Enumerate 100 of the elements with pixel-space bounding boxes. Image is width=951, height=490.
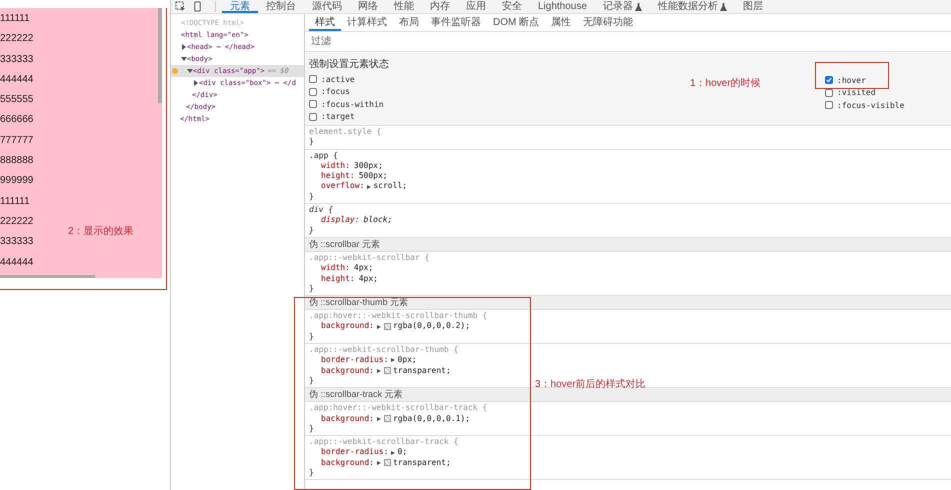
section-title: 强制设置元素状态	[309, 58, 389, 71]
devtools-tab[interactable]: 源代码	[304, 0, 350, 13]
list-item-text: 333333	[0, 52, 34, 67]
css-selector[interactable]: .app {	[309, 150, 338, 161]
list-item-text: 888888	[0, 154, 34, 168]
devtools-tab[interactable]: 元素	[222, 0, 258, 13]
css-value[interactable]: 500px;	[358, 171, 388, 182]
list-item-text: 444444	[0, 256, 34, 270]
closing-brace-text: }	[309, 284, 314, 294]
css-property[interactable]: border-radius:	[321, 447, 388, 458]
closing-brace-text: }	[309, 332, 314, 342]
devtools-tab[interactable]: 记录器	[594, 0, 650, 13]
expand-arrow-icon[interactable]	[391, 450, 396, 455]
styles-tab[interactable]: 属性	[545, 14, 578, 31]
list-item-text: 777777	[0, 134, 34, 148]
styles-tab[interactable]: 无障碍功能	[577, 14, 640, 31]
styles-tab[interactable]: 样式	[309, 14, 341, 31]
list-item-text: 666666	[0, 113, 34, 128]
devtools-tab[interactable]: 安全	[494, 0, 530, 13]
css-property[interactable]: width:	[321, 160, 350, 172]
styles-tab[interactable]: DOM 断点	[487, 14, 546, 31]
css-property[interactable]: overflow:	[321, 181, 364, 192]
annotation-text: 2：显示的效果	[68, 225, 134, 238]
css-value[interactable]: 300px;	[354, 160, 383, 172]
section-header: 伪 ::scrollbar 元素	[305, 238, 951, 252]
closing-brace-text: }	[309, 137, 314, 148]
checkbox-label: :active	[321, 74, 355, 84]
css-property[interactable]: height:	[321, 171, 355, 182]
css-value[interactable]: 0px;	[397, 355, 417, 366]
css-value[interactable]: 4px;	[358, 274, 378, 284]
list-item-text: 111111	[0, 12, 30, 26]
checkbox[interactable]	[309, 112, 317, 121]
devtools-tab[interactable]: Lighthouse	[530, 0, 595, 13]
checkbox-label: :focus-visible	[837, 100, 904, 110]
devtools-tab[interactable]: 性能数据分析	[650, 0, 735, 13]
section-header: 伪 ::scrollbar-thumb 元素	[305, 296, 951, 310]
css-property[interactable]: display:	[321, 215, 360, 226]
checkbox[interactable]	[309, 75, 317, 84]
checkbox-label: :visited	[837, 88, 876, 98]
color-swatch-icon[interactable]	[384, 323, 391, 330]
color-swatch-icon[interactable]	[384, 415, 391, 422]
checkbox[interactable]	[309, 100, 317, 108]
checkbox[interactable]	[825, 101, 833, 110]
list-item-text: 111111	[0, 194, 30, 209]
devtools-tab[interactable]: 应用	[458, 0, 494, 13]
closing-brace-text: }	[309, 376, 314, 386]
flask-icon[interactable]	[634, 2, 642, 10]
list-item-text: 222222	[0, 32, 34, 46]
checkbox-label: :target	[321, 112, 355, 122]
css-selector[interactable]: div {	[309, 205, 334, 216]
css-value[interactable]: block;	[364, 215, 392, 226]
css-property[interactable]: background:	[321, 414, 374, 424]
devtools-tab[interactable]: 网络	[350, 0, 386, 13]
checkbox[interactable]	[309, 88, 317, 96]
css-property[interactable]: background:	[321, 321, 374, 332]
vertical-scrollbar-thumb[interactable]	[158, 8, 162, 103]
section-header: 伪 ::scrollbar-track 元素	[305, 388, 951, 402]
css-property[interactable]: height:	[321, 274, 355, 284]
expand-triangle-icon[interactable]	[194, 80, 198, 86]
closing-brace-text: }	[309, 468, 314, 478]
collapse-triangle-icon[interactable]	[180, 57, 186, 61]
checkbox[interactable]	[825, 76, 833, 84]
css-value[interactable]: transparent;	[392, 458, 451, 468]
expand-triangle-icon[interactable]	[182, 44, 186, 50]
css-value[interactable]: transparent;	[392, 366, 451, 376]
devtools-tab[interactable]: 性能	[386, 0, 422, 13]
inspect-icon[interactable]	[175, 1, 186, 12]
styles-tab[interactable]: 事件监听器	[425, 14, 487, 31]
closing-brace-text: }	[309, 192, 314, 202]
flask-icon[interactable]	[720, 2, 727, 10]
device-icon[interactable]	[192, 1, 203, 12]
styles-tab[interactable]: 布局	[393, 14, 425, 31]
css-property[interactable]: border-radius:	[321, 355, 388, 366]
css-value[interactable]: scroll;	[373, 181, 408, 192]
checkbox-label: :focus-within	[321, 100, 384, 109]
list-item-text: 555555	[0, 93, 34, 108]
annotation-text: 1：hover的时候	[690, 76, 761, 90]
horizontal-scrollbar-thumb[interactable]	[0, 275, 95, 278]
css-value[interactable]: rgba(0,0,0,0.1);	[392, 414, 470, 424]
closing-brace-text: }	[309, 226, 314, 236]
css-value[interactable]: rgba(0,0,0,0.2);	[392, 321, 470, 332]
devtools-tab[interactable]: 图层	[734, 0, 771, 13]
styles-tab[interactable]: 计算样式	[341, 14, 393, 31]
expand-arrow-icon[interactable]	[391, 358, 396, 362]
list-item-text: 333333	[0, 235, 34, 250]
devtools-tab[interactable]: 控制台	[258, 0, 304, 13]
css-property[interactable]: width:	[321, 263, 350, 274]
color-swatch-icon[interactable]	[384, 367, 391, 374]
css-value[interactable]: 4px;	[354, 263, 374, 274]
color-swatch-icon[interactable]	[384, 459, 391, 466]
checkbox-label: :focus	[321, 87, 350, 96]
devtools-tab[interactable]: 内存	[422, 0, 458, 13]
css-property[interactable]: background:	[321, 366, 374, 376]
list-item-text: 999999	[0, 174, 34, 188]
checkbox-label: :hover	[837, 76, 866, 85]
expand-arrow-icon[interactable]	[367, 184, 372, 189]
filter-field[interactable]: 过滤	[309, 35, 513, 48]
collapse-triangle-icon[interactable]	[186, 69, 192, 73]
css-value[interactable]: 0;	[397, 447, 408, 458]
css-property[interactable]: background:	[321, 458, 374, 468]
